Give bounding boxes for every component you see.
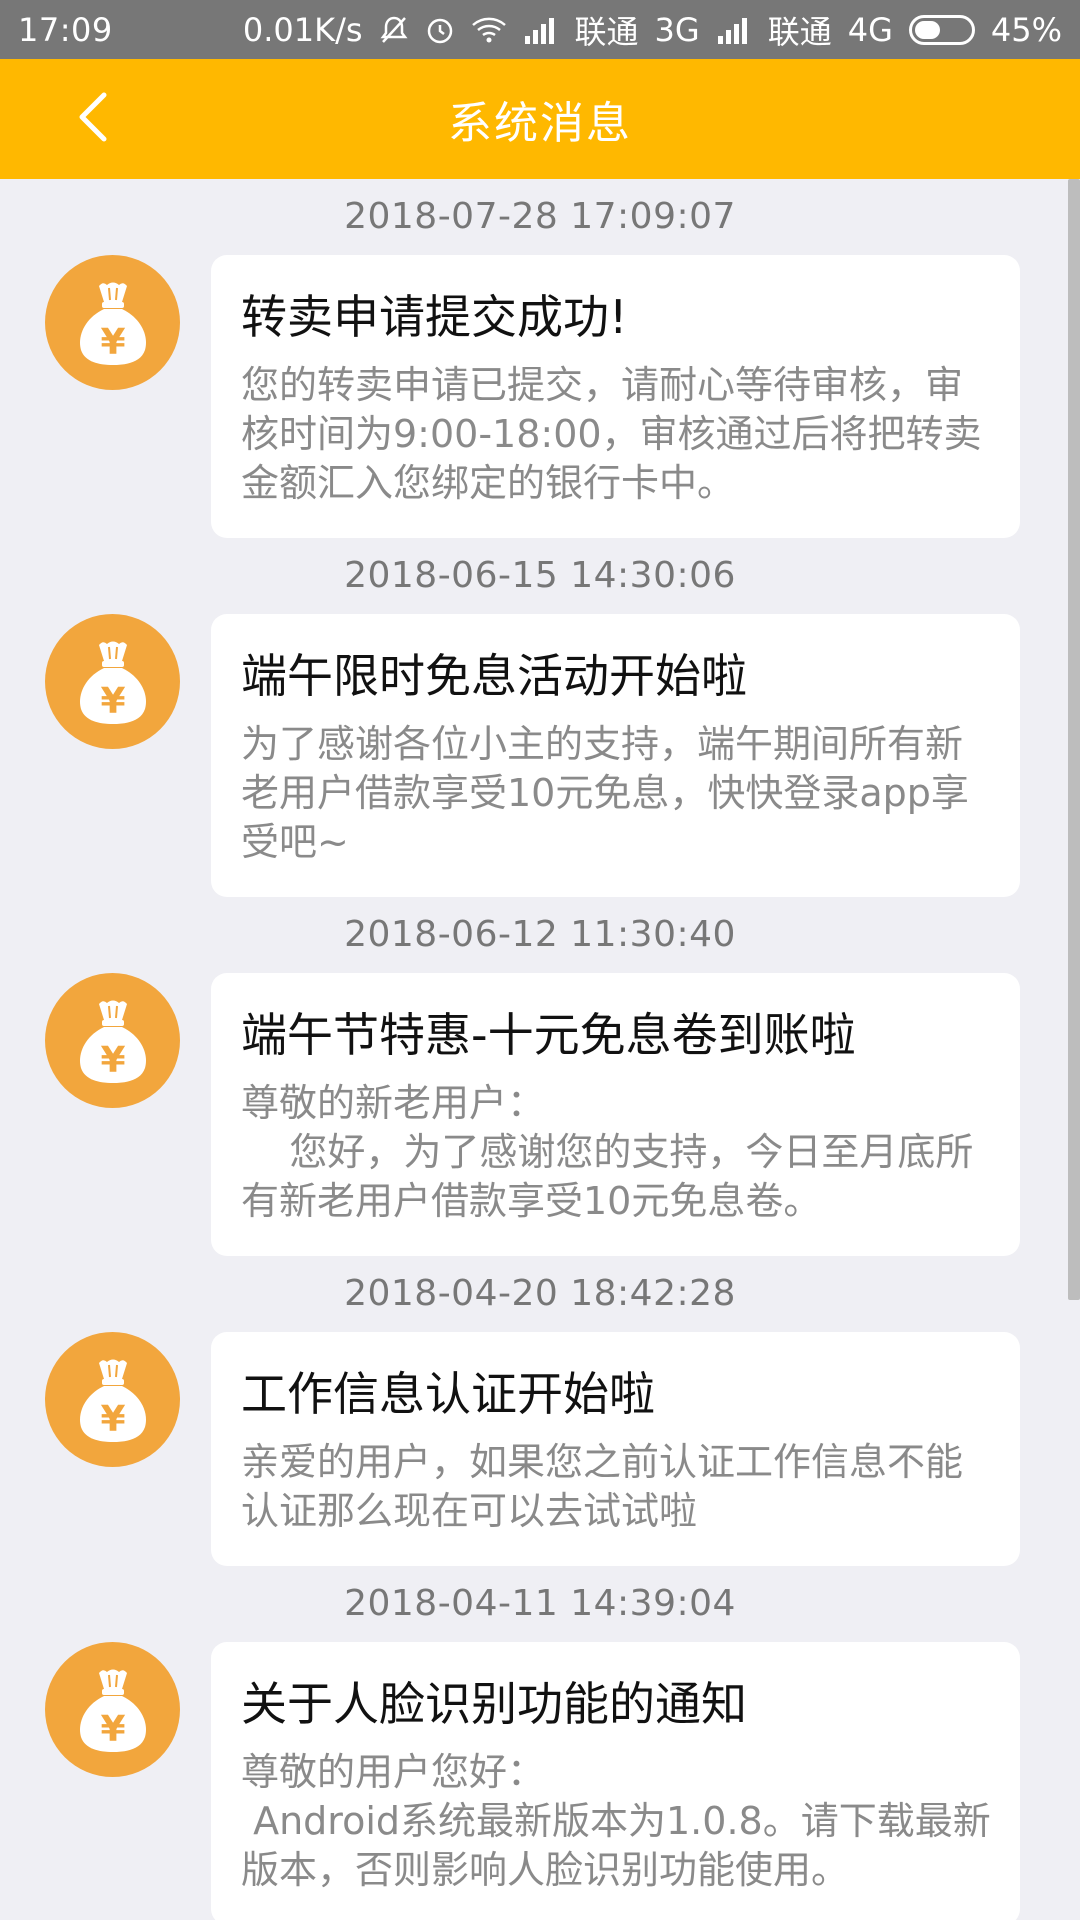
message-body: 亲爱的用户，如果您之前认证工作信息不能认证那么现在可以去试试啦 xyxy=(241,1440,964,1533)
message-bubble[interactable]: 端午节特惠-十元免息卷到账啦 尊敬的新老用户： 您好，为了感谢您的支持，今日至月… xyxy=(211,973,1020,1256)
message-title: 端午限时免息活动开始啦 xyxy=(241,649,747,703)
message-timestamp: 2018-04-11 14:39:04 xyxy=(344,1583,736,1624)
message-item[interactable]: 2018-04-20 18:42:28 ¥ 工作信息认证开始啦 亲爱的用户，如果… xyxy=(0,1256,1080,1566)
battery-icon xyxy=(908,14,975,45)
network-type-1: 3G xyxy=(654,10,700,49)
message-item[interactable]: 2018-06-12 11:30:40 ¥ 端午节特惠-十元免息卷到账啦 尊敬的… xyxy=(0,897,1080,1256)
svg-text:¥: ¥ xyxy=(100,1040,125,1081)
chevron-left-icon xyxy=(74,91,110,147)
battery-percent: 45% xyxy=(990,10,1062,49)
message-bubble[interactable]: 转卖申请提交成功! 您的转卖申请已提交，请耐心等待审核，审核时间为9:00-18… xyxy=(211,255,1020,538)
scrollbar[interactable] xyxy=(1068,179,1080,1300)
network-type-2: 4G xyxy=(847,10,893,49)
bell-off-icon xyxy=(379,15,409,45)
wifi-icon xyxy=(471,15,507,45)
carrier-2: 联通 xyxy=(767,12,832,51)
message-body: 您的转卖申请已提交，请耐心等待审核，审核时间为9:00-18:00，审核通过后将… xyxy=(241,363,982,505)
message-timestamp: 2018-06-12 11:30:40 xyxy=(344,914,736,955)
message-title: 工作信息认证开始啦 xyxy=(241,1367,655,1421)
money-bag-icon: ¥ xyxy=(45,973,180,1108)
back-button[interactable] xyxy=(56,83,128,155)
message-body: 为了感谢各位小主的支持，端午期间所有新老用户借款享受10元免息，快快登录app享… xyxy=(241,722,969,864)
message-timestamp: 2018-07-28 17:09:07 xyxy=(344,196,736,237)
svg-text:¥: ¥ xyxy=(100,322,125,363)
message-title: 转卖申请提交成功! xyxy=(241,290,628,344)
money-bag-icon: ¥ xyxy=(45,1332,180,1467)
message-row: ¥ 关于人脸识别功能的通知 尊敬的用户您好： Android系统最新版本为1.0… xyxy=(0,1642,1080,1920)
message-body: 尊敬的用户您好： Android系统最新版本为1.0.8。请下载最新版本，否则影… xyxy=(241,1750,991,1892)
message-body: 尊敬的新老用户： 您好，为了感谢您的支持，今日至月底所有新老用户借款享受10元免… xyxy=(241,1081,974,1223)
status-indicators: 0.01K/s 联通 3G 联通 4G 45% xyxy=(243,7,1062,53)
message-timestamp: 2018-04-20 18:42:28 xyxy=(344,1273,736,1314)
status-bar: 17:09 0.01K/s 联通 3G 联通 4G 45% xyxy=(0,0,1080,59)
message-title: 关于人脸识别功能的通知 xyxy=(241,1677,747,1731)
message-item[interactable]: 2018-06-15 14:30:06 ¥ 端午限时免息活动开始啦 为了感谢各位… xyxy=(0,538,1080,897)
message-timestamp: 2018-06-15 14:30:06 xyxy=(344,555,736,596)
message-title: 端午节特惠-十元免息卷到账啦 xyxy=(241,1008,856,1062)
message-row: ¥ 工作信息认证开始啦 亲爱的用户，如果您之前认证工作信息不能认证那么现在可以去… xyxy=(0,1332,1080,1566)
money-bag-icon: ¥ xyxy=(45,614,180,749)
message-bubble[interactable]: 关于人脸识别功能的通知 尊敬的用户您好： Android系统最新版本为1.0.8… xyxy=(211,1642,1020,1920)
message-row: ¥ 转卖申请提交成功! 您的转卖申请已提交，请耐心等待审核，审核时间为9:00-… xyxy=(0,255,1080,538)
money-bag-icon: ¥ xyxy=(45,1642,180,1777)
message-bubble[interactable]: 端午限时免息活动开始啦 为了感谢各位小主的支持，端午期间所有新老用户借款享受10… xyxy=(211,614,1020,897)
message-row: ¥ 端午限时免息活动开始啦 为了感谢各位小主的支持，端午期间所有新老用户借款享受… xyxy=(0,614,1080,897)
signal-icon xyxy=(716,16,752,44)
message-bubble[interactable]: 工作信息认证开始啦 亲爱的用户，如果您之前认证工作信息不能认证那么现在可以去试试… xyxy=(211,1332,1020,1566)
message-item[interactable]: 2018-04-11 14:39:04 ¥ 关于人脸识别功能的通知 尊敬的用户您… xyxy=(0,1566,1080,1920)
signal-icon xyxy=(523,16,559,44)
message-row: ¥ 端午节特惠-十元免息卷到账啦 尊敬的新老用户： 您好，为了感谢您的支持，今日… xyxy=(0,973,1080,1256)
message-list[interactable]: 2018-07-28 17:09:07 ¥ 转卖申请提交成功! 您的转卖申请已提… xyxy=(0,179,1080,1920)
status-time: 17:09 xyxy=(18,10,113,49)
alarm-icon xyxy=(425,15,455,45)
message-item[interactable]: 2018-07-28 17:09:07 ¥ 转卖申请提交成功! 您的转卖申请已提… xyxy=(0,179,1080,538)
svg-text:¥: ¥ xyxy=(100,1709,125,1750)
title-bar: 系统消息 xyxy=(0,59,1080,179)
page-title: 系统消息 xyxy=(448,98,632,149)
network-speed: 0.01K/s xyxy=(242,10,363,49)
svg-text:¥: ¥ xyxy=(100,1399,125,1440)
money-bag-icon: ¥ xyxy=(45,255,180,390)
svg-text:¥: ¥ xyxy=(100,681,125,722)
carrier-1: 联通 xyxy=(574,12,639,51)
